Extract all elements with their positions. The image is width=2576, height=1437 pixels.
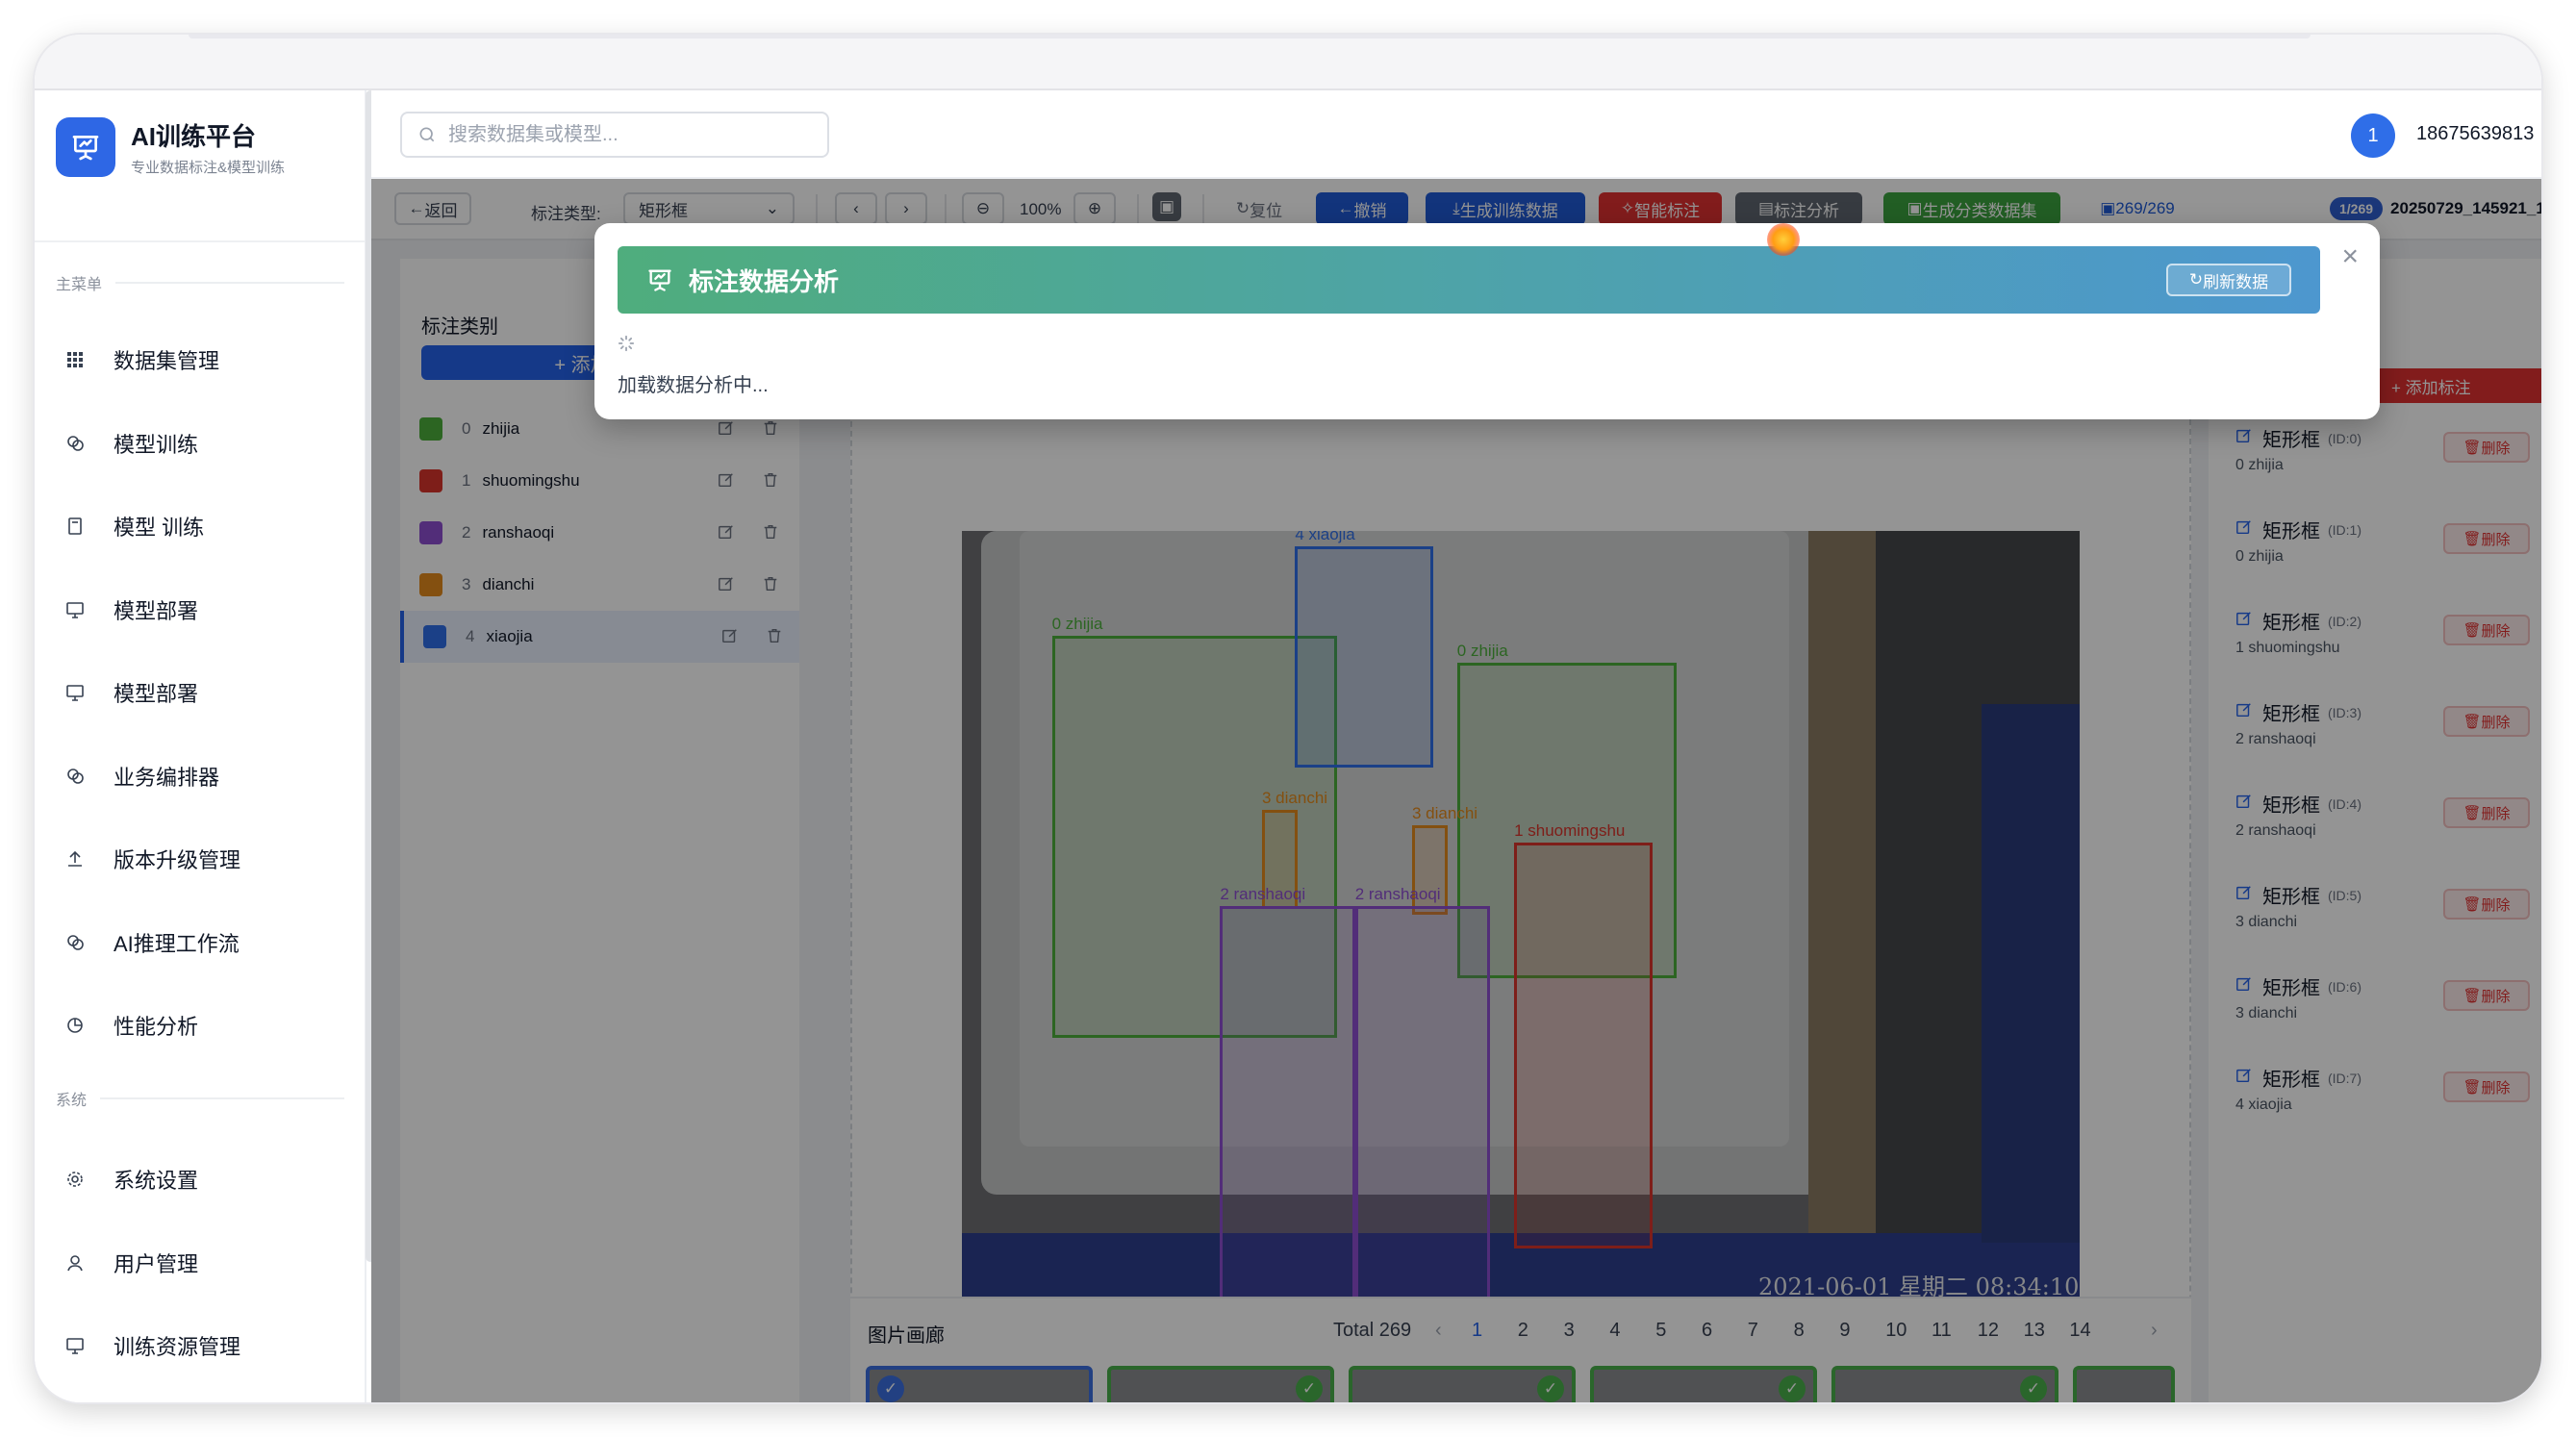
sidebar-item-label: 模型部署 <box>114 598 199 623</box>
sidebar-item-7[interactable]: AI推理工作流 <box>35 914 366 971</box>
sidebar-item-label: AI推理工作流 <box>114 931 240 956</box>
top-header: 1 18675639813 <box>371 90 2541 179</box>
section-label-main: 主菜单 <box>56 271 344 294</box>
save-icon <box>65 517 85 536</box>
sidebar-item-label: 数据集管理 <box>114 349 220 373</box>
sidebar-item-8[interactable]: 性能分析 <box>35 996 366 1054</box>
presentation-icon <box>648 269 671 291</box>
presentation-icon <box>56 117 115 177</box>
monitor-icon <box>65 600 85 619</box>
sidebar-item-sys-0[interactable]: 系统设置 <box>35 1150 366 1208</box>
sidebar-item-label: 业务编排器 <box>114 765 220 790</box>
username[interactable]: 18675639813 <box>2416 123 2534 145</box>
app-window: AI训练平台 专业数据标注&模型训练 主菜单 数据集管理模型训练模型 训练模型部… <box>35 35 2541 1402</box>
brand[interactable]: AI训练平台 专业数据标注&模型训练 <box>56 117 285 177</box>
sidebar-item-0[interactable]: 数据集管理 <box>35 331 366 389</box>
sidebar-item-label: 模型 训练 <box>114 516 205 540</box>
sidebar-item-1[interactable]: 模型训练 <box>35 415 366 472</box>
dialog-title: 标注数据分析 <box>689 266 840 296</box>
sidebar-item-5[interactable]: 业务编排器 <box>35 747 366 805</box>
sidebar-item-label: 训练资源管理 <box>114 1335 241 1359</box>
window-titlebar <box>35 35 2541 90</box>
refresh-data-button[interactable]: ↻ 刷新数据 <box>2166 264 2291 296</box>
mouse-cursor-highlight <box>1767 223 1800 256</box>
upload-icon <box>65 849 85 869</box>
gear-icon <box>65 1170 85 1189</box>
user-icon <box>65 1253 85 1273</box>
refresh-icon: ↻ <box>2188 270 2204 289</box>
loading-text: 加载数据分析中... <box>618 375 769 396</box>
section-label-system: 系统 <box>56 1087 344 1110</box>
sidebar-item-3[interactable]: 模型部署 <box>35 581 366 639</box>
sidebar-item-6[interactable]: 版本升级管理 <box>35 830 366 888</box>
search-input[interactable] <box>448 123 795 146</box>
close-icon[interactable]: × <box>2341 240 2359 273</box>
sidebar-item-label: 用户管理 <box>114 1251 199 1276</box>
dialog-header: 标注数据分析 ↻ 刷新数据 <box>618 246 2320 314</box>
brand-subtitle: 专业数据标注&模型训练 <box>131 160 286 176</box>
analysis-dialog: 标注数据分析 ↻ 刷新数据 × 加载数据分析中... <box>594 223 2380 419</box>
sidebar-item-label: 系统设置 <box>114 1169 199 1193</box>
avatar[interactable]: 1 <box>2351 113 2395 158</box>
search-icon <box>419 127 435 142</box>
loading-spinner-icon <box>618 335 635 352</box>
grid-icon <box>65 350 85 369</box>
sidebar-item-2[interactable]: 模型 训练 <box>35 497 366 555</box>
sidebar: AI训练平台 专业数据标注&模型训练 主菜单 数据集管理模型训练模型 训练模型部… <box>35 90 366 1402</box>
sidebar-item-label: 性能分析 <box>114 1015 199 1039</box>
search-box[interactable] <box>400 112 829 158</box>
sidebar-item-label: 版本升级管理 <box>114 848 241 872</box>
model-icon <box>65 767 85 786</box>
sidebar-item-4[interactable]: 模型部署 <box>35 664 366 721</box>
sidebar-item-label: 模型部署 <box>114 682 199 706</box>
divider <box>35 240 365 242</box>
sidebar-item-sys-2[interactable]: 训练资源管理 <box>35 1317 366 1374</box>
model-icon <box>65 933 85 952</box>
chart-icon <box>65 1016 85 1035</box>
brand-title: AI训练平台 <box>131 122 257 151</box>
sidebar-item-label: 模型训练 <box>114 432 199 457</box>
sidebar-item-sys-1[interactable]: 用户管理 <box>35 1234 366 1292</box>
model-icon <box>65 434 85 453</box>
monitor-icon <box>65 683 85 702</box>
monitor-icon <box>65 1336 85 1355</box>
